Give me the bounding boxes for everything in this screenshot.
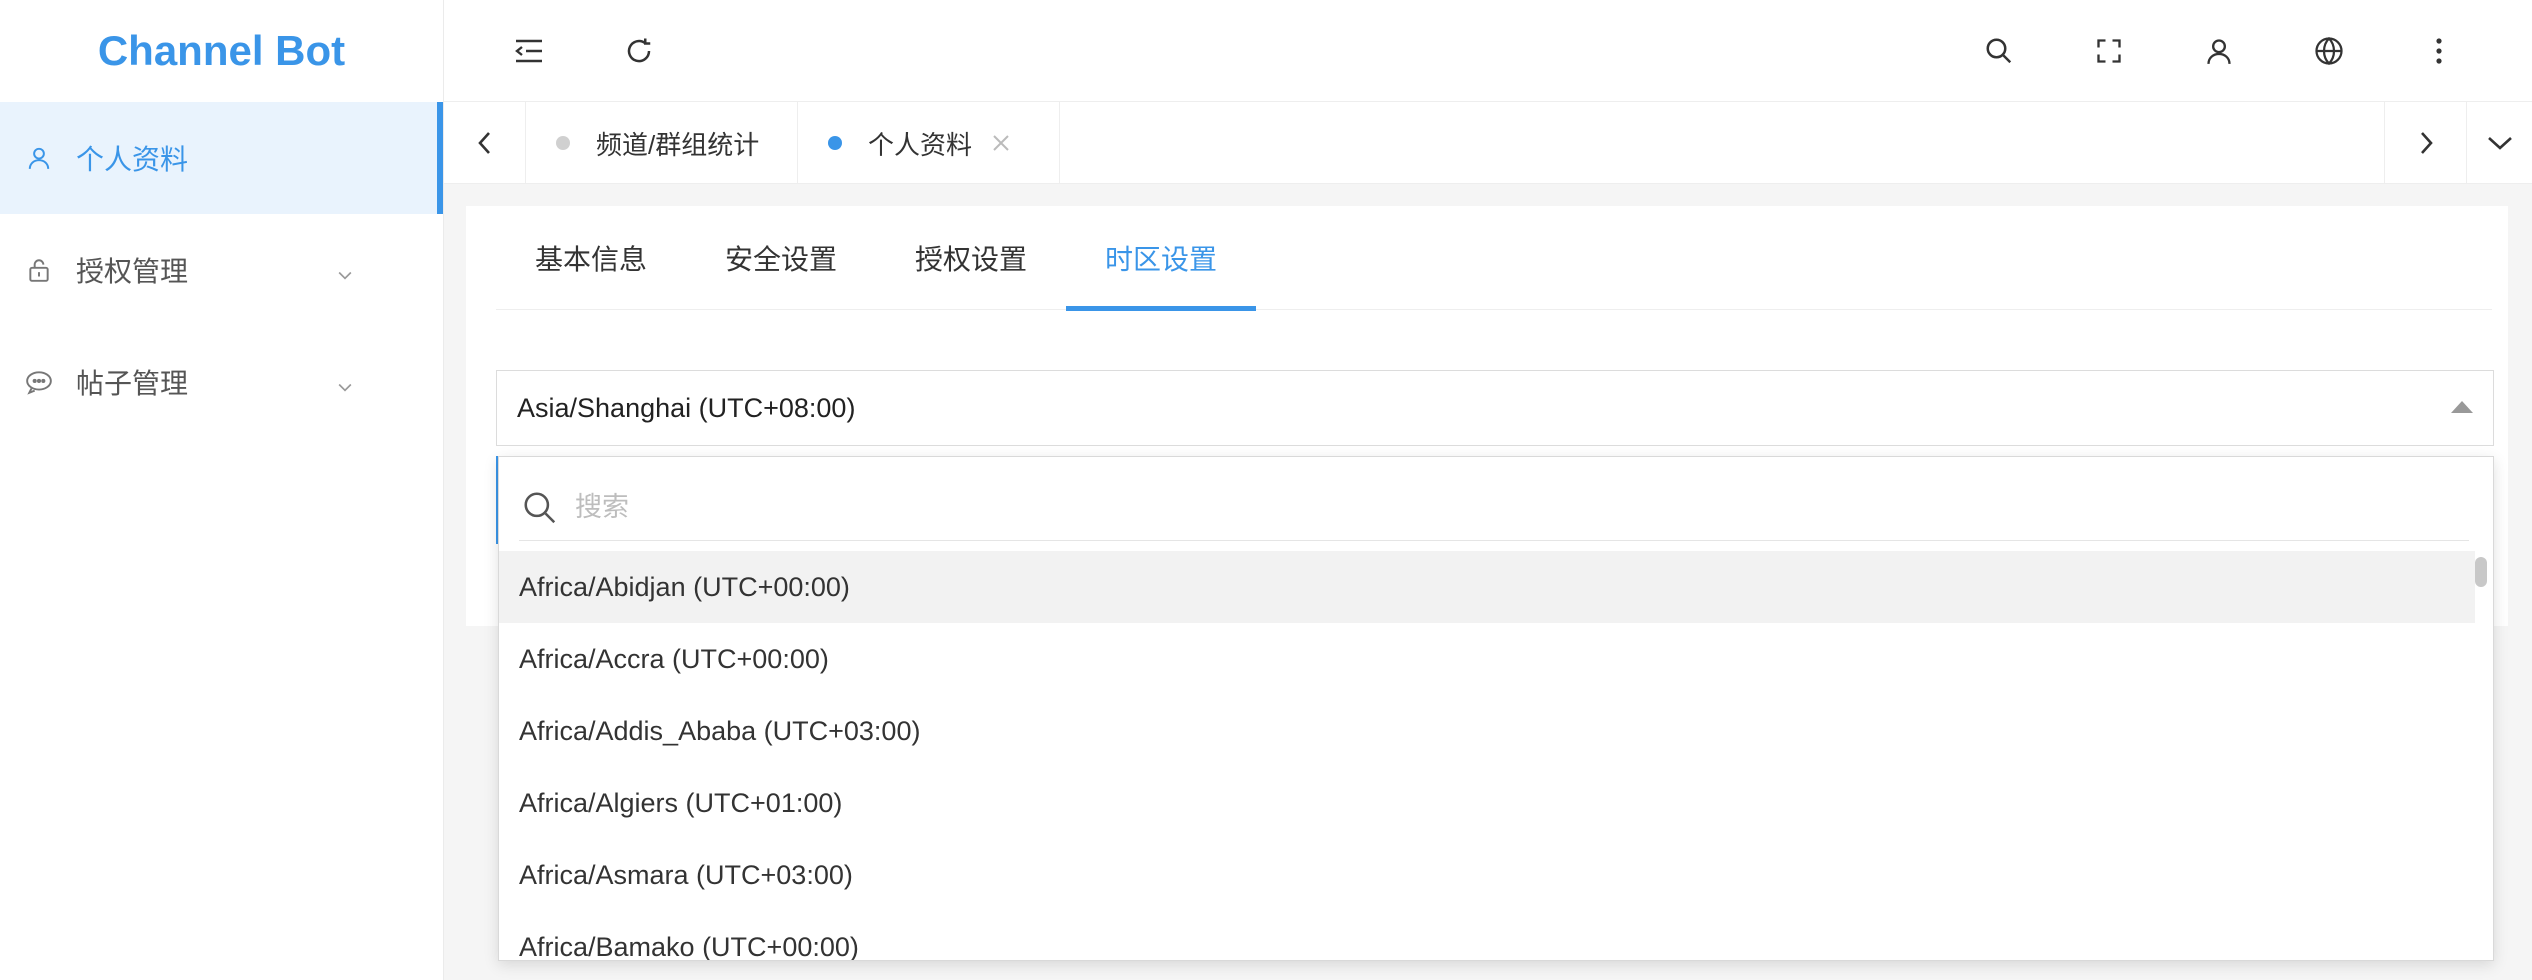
user-icon[interactable] <box>2194 26 2244 76</box>
list-item[interactable]: Africa/Abidjan (UTC+00:00) <box>499 551 2475 623</box>
timezone-options-list: Africa/Abidjan (UTC+00:00) Africa/Accra … <box>499 551 2475 961</box>
globe-icon[interactable] <box>2304 26 2354 76</box>
search-icon <box>521 489 559 527</box>
sidebar-item-profile[interactable]: 个人资料 <box>0 102 443 214</box>
caret-up-icon <box>2451 401 2473 413</box>
chevron-down-icon <box>335 260 355 280</box>
menu-fold-icon[interactable] <box>504 26 554 76</box>
tab-profile[interactable]: 个人资料 <box>798 102 1060 184</box>
sidebar-item-authorization[interactable]: 授权管理 <box>0 214 443 326</box>
tab-channel-group-stats[interactable]: 频道/群组统计 <box>526 102 798 184</box>
user-icon <box>24 143 54 173</box>
close-icon[interactable] <box>992 134 1010 152</box>
tab-label: 个人资料 <box>868 129 973 160</box>
timezone-search <box>519 475 2469 541</box>
tab-status-dot <box>556 136 570 150</box>
more-vertical-icon[interactable] <box>2414 26 2464 76</box>
fullscreen-icon[interactable] <box>2084 26 2134 76</box>
timezone-dropdown: Africa/Abidjan (UTC+00:00) Africa/Accra … <box>498 456 2494 961</box>
app-logo: Channel Bot <box>97 27 346 74</box>
tab-label: 频道/群组统计 <box>596 129 760 160</box>
timezone-selected-value: Asia/Shanghai (UTC+08:00) <box>517 392 856 423</box>
timezone-select[interactable]: Asia/Shanghai (UTC+08:00) <box>496 370 2494 446</box>
sidebar-item-label: 授权管理 <box>76 256 189 287</box>
sidebar: Channel Bot 个人资料 授权管理 帖子管理 <box>0 0 444 980</box>
top-header <box>444 0 2532 102</box>
list-item[interactable]: Africa/Addis_Ababa (UTC+03:00) <box>499 695 2475 767</box>
timezone-search-input[interactable] <box>575 492 2375 523</box>
settings-tabs: 基本信息 安全设置 授权设置 时区设置 <box>496 206 2492 311</box>
list-item[interactable]: Africa/Algiers (UTC+01:00) <box>499 767 2475 839</box>
tabs-dropdown-button[interactable] <box>2466 102 2532 184</box>
dropdown-scrollbar[interactable] <box>2475 551 2489 960</box>
scrollbar-thumb[interactable] <box>2475 557 2487 587</box>
refresh-icon[interactable] <box>614 26 664 76</box>
chat-bubble-icon <box>24 367 54 397</box>
lock-icon <box>24 255 54 285</box>
tab-status-dot <box>828 136 842 150</box>
tab-basic-info[interactable]: 基本信息 <box>496 206 686 310</box>
tab-timezone-settings[interactable]: 时区设置 <box>1066 206 1256 311</box>
sidebar-item-label: 个人资料 <box>76 144 189 175</box>
search-icon[interactable] <box>1974 26 2024 76</box>
list-item[interactable]: Africa/Bamako (UTC+00:00) <box>499 911 2475 961</box>
sidebar-item-label: 帖子管理 <box>76 368 189 399</box>
tab-security-settings[interactable]: 安全设置 <box>686 206 876 310</box>
sidebar-item-posts[interactable]: 帖子管理 <box>0 326 443 438</box>
list-item[interactable]: Africa/Asmara (UTC+03:00) <box>499 839 2475 911</box>
list-item[interactable]: Africa/Accra (UTC+00:00) <box>499 623 2475 695</box>
tabs-scroll-left-button[interactable] <box>444 102 526 184</box>
tab-authorization-settings[interactable]: 授权设置 <box>876 206 1066 310</box>
tabs-scroll-right-button[interactable] <box>2384 102 2466 184</box>
tabs-bar: 频道/群组统计 个人资料 <box>444 102 2532 184</box>
chevron-down-icon <box>335 372 355 392</box>
